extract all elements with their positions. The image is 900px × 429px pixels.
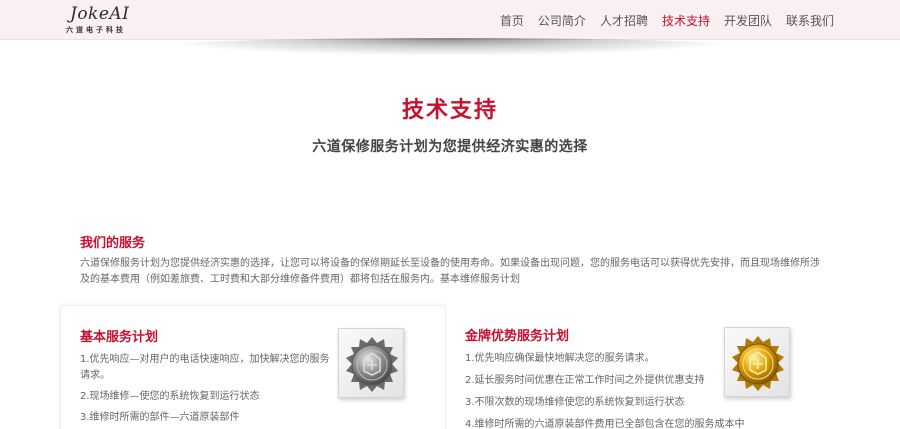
nav-item-contact[interactable]: 联系我们 <box>786 12 834 29</box>
page-subtitle: 六道保修服务计划为您提供经济实惠的选择 <box>312 139 588 155</box>
nav-item-support[interactable]: 技术支持 <box>662 12 710 29</box>
logo-tagline: 六道电子科技 <box>66 26 126 34</box>
gold-medal-icon <box>724 327 790 397</box>
silver-medal-icon <box>338 328 404 398</box>
plan-feature: 2.延长服务时间优惠在正常工作时间之外提供优惠支持 <box>465 375 705 386</box>
nav-item-about[interactable]: 公司简介 <box>538 12 586 29</box>
plan-card-basic: 基本服务计划 1.优先响应—对用户的电话快速响应，加快解决您的服务请求。 2.现… <box>60 305 446 429</box>
plan-feature: 2.现场维修—使您的系统恢复到运行状态 <box>80 391 260 402</box>
plan-feature: 4.维修时所需的六道原装部件费用已全部包含在您的服务成本中 <box>465 419 745 429</box>
nav-item-careers[interactable]: 人才招聘 <box>600 12 648 29</box>
services-heading: 我们的服务 <box>80 236 146 251</box>
services-description: 六道保修服务计划为您提供经济实惠的选择，让您可以将设备的保修期延长至设备的使用寿… <box>80 258 820 285</box>
nav-item-team[interactable]: 开发团队 <box>724 12 772 29</box>
plan-title: 基本服务计划 <box>80 330 159 345</box>
plan-feature-list: 1.优先响应—对用户的电话快速响应，加快解决您的服务请求。 2.现场维修—使您的… <box>80 352 330 429</box>
plan-title: 金牌优势服务计划 <box>465 329 570 344</box>
logo[interactable]: JokeAI 六道电子科技 <box>66 4 146 36</box>
main-nav: 首页 公司简介 人才招聘 技术支持 开发团队 联系我们 <box>500 0 834 40</box>
logo-wordmark: JokeAI <box>70 4 130 24</box>
header-shadow-divider <box>150 38 750 56</box>
plan-feature-list: 1.优先响应确保最快地解决您的服务请求。 2.延长服务时间优惠在正常工作时间之外… <box>465 351 745 429</box>
plan-feature: 1.优先响应确保最快地解决您的服务请求。 <box>465 353 655 364</box>
plan-feature: 1.优先响应—对用户的电话快速响应，加快解决您的服务请求。 <box>80 354 330 381</box>
nav-item-home[interactable]: 首页 <box>500 12 524 29</box>
site-header: JokeAI 六道电子科技 首页 公司简介 人才招聘 技术支持 开发团队 联系我… <box>0 0 900 40</box>
page-title: 技术支持 <box>401 98 498 123</box>
plan-feature: 3.不限次数的现场维修使您的系统恢复到运行状态 <box>465 397 685 408</box>
plan-card-gold: 金牌优势服务计划 1.优先响应确保最快地解决您的服务请求。 2.延长服务时间优惠… <box>446 305 832 429</box>
plan-feature: 3.维修时所需的部件—六道原装部件 <box>80 412 240 423</box>
